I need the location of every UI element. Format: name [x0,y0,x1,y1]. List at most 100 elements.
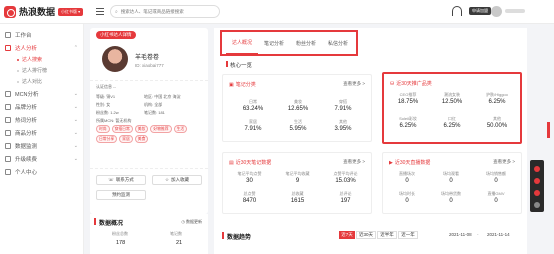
stat-value: 197 [340,198,351,204]
stat-label: 美妆 [294,99,302,104]
profile-mcn: 所属MCN: 暂无机构 [96,118,132,123]
range-7d[interactable]: 近7天 [339,231,355,239]
promo-card-title: ⛁ 近30天推广品类 [390,80,432,88]
stat-value: 12.50% [441,99,463,105]
promo-category-card: ⛁ 近30天推广品类 CEO推荐 18.75% 潮流女装 12.50% 护肤/Hi… [382,72,522,144]
float-icon-4[interactable] [534,202,540,208]
section-marker [226,61,228,67]
stat-label: Soleil彩妆 [399,116,417,121]
stat-value: 0 [405,178,409,184]
chevron-down-icon: ⌄ [73,142,78,149]
more-link[interactable]: 查看更多 > [343,159,365,165]
notes-category-card: ▣ 笔记分类 查看更多 > 日常 63.24% 美妆 12.65% 穿搭 7.91… [222,74,372,142]
sidebar-item-monitor[interactable]: 数据监测 ⌄ [0,139,83,152]
stat-value: 5.95% [289,126,307,132]
date-to[interactable]: 2021-11-14 [487,232,510,237]
stat-value: 1615 [290,198,305,204]
monitor-button[interactable]: 预约监测 [96,190,146,200]
stat-label: 日常 [249,99,257,104]
user-icon [5,44,11,51]
profile-region: 地区: 中国 北京 海淀 [144,94,181,99]
favorite-button[interactable]: ☆ 加入收藏 [152,175,202,185]
stat-value: 6.25% [399,123,417,129]
stat-label: 家居 [249,119,257,124]
date-from[interactable]: 2021-11-08 [449,232,472,237]
stat-label: 总评论 [339,191,352,196]
float-icon-2[interactable] [534,178,540,184]
title-bar [222,232,224,239]
range-year[interactable]: 近一年 [398,231,418,239]
stat-label: 场均带货数 [441,191,461,196]
stat-value: 30 [246,178,253,184]
stat-label: 总收藏 [291,191,304,196]
range-half-year[interactable]: 近半年 [377,231,397,239]
chevron-down-icon: ⌄ [73,103,78,110]
profile-tag-item: 穿搭日常 [111,125,133,133]
sidebar-item-mcn[interactable]: MCN分析 ⌄ [0,87,83,100]
profile-tag-item: 时尚 [96,125,110,133]
brand-icon [5,103,11,110]
sidebar-sub-compare[interactable]: 达人对比 [0,76,83,87]
sidebar-sub-influencer-search[interactable]: 达人搜索 [0,54,83,65]
crown-icon [5,155,11,162]
profile-org: 机构: 全部 [144,102,163,107]
float-icon-1[interactable] [534,166,540,172]
tab-overview[interactable]: 达人概况 [226,32,259,54]
float-icon-3[interactable] [534,190,540,196]
sidebar-item-profile[interactable]: 个人中心 [0,165,83,178]
stat-value: 0 [405,198,409,204]
stat-label: 其他 [493,116,501,121]
profile-tag-item: 好物推荐 [150,125,172,133]
chart-icon: ▤ [229,159,234,166]
more-link[interactable]: 查看更多 > [493,159,515,165]
profile-cert: 认证信息 -- [96,84,116,89]
stat-value: 18.75% [397,99,419,105]
join-button[interactable]: 申请加盟 [469,7,491,15]
search-input[interactable] [120,9,216,14]
stat-label: CEO推荐 [399,92,417,97]
contact-button[interactable]: ☏ 联系方式 [96,175,146,185]
logo[interactable]: 热浪数据 小红书版 ▾ [4,5,84,18]
recent-notes-title: ▤ 近30天笔记数据 [229,159,272,167]
mcn-icon [5,90,11,97]
search-box[interactable]: ⌕ [110,5,220,18]
chevron-down-icon: ⌄ [73,90,78,97]
profile-tag-item: 家居 [119,135,133,143]
profile-tag-item: 美妆 [134,125,149,133]
stat-label: 场均时长 [399,191,415,196]
overview-title: 数据概况 [99,221,124,227]
range-30d[interactable]: 近30天 [356,231,376,239]
menu-toggle-icon[interactable] [96,8,104,15]
stat-value: 0 [449,198,453,204]
overview-update[interactable]: ◷ 数据更新 [181,219,202,225]
sidebar-sub-ranking[interactable]: 达人排行榜 [0,65,83,76]
monitor-icon [5,142,11,149]
overview-label: 笔记数 [170,231,182,236]
note-icon: ▣ [229,81,234,88]
platform-selector[interactable]: 小红书版 ▾ [58,7,84,16]
stat-label: 笔记平均点赞 [237,171,262,176]
trend-title: 数据趋势 [227,235,252,241]
stat-value: 0 [494,178,498,184]
overview-value: 21 [176,240,183,246]
user-avatar[interactable] [491,6,502,17]
sidebar-item-hotwords[interactable]: 热词分析 ⌄ [0,113,83,126]
sidebar-item-goods[interactable]: 商品分析 ⌄ [0,126,83,139]
sidebar-item-upgrade[interactable]: 升级续费 ⌄ [0,152,83,165]
profile-level: 等级: 铜V1 [96,94,116,99]
stat-value: 0 [449,178,453,184]
sidebar-item-brand[interactable]: 品牌分析 ⌄ [0,100,83,113]
sidebar-item-influencer-analysis[interactable]: 达人分析 ⌃ [0,41,83,54]
customer-service-icon[interactable] [452,6,462,16]
more-link[interactable]: 查看更多 > [343,81,365,87]
stat-value: 7.91% [244,126,262,132]
live-icon: ▶ [389,159,393,166]
tab-fans[interactable]: 粉丝分析 [290,32,322,54]
chevron-down-icon: ⌄ [73,116,78,123]
user-name[interactable] [505,9,525,13]
scroll-indicator[interactable] [547,122,550,138]
tab-notes[interactable]: 笔记分析 [258,32,290,54]
sidebar-item-workbench[interactable]: 工作台 [0,28,83,41]
tab-messages[interactable]: 私信分析 [322,32,354,54]
app-name: 热浪数据 [19,7,56,17]
